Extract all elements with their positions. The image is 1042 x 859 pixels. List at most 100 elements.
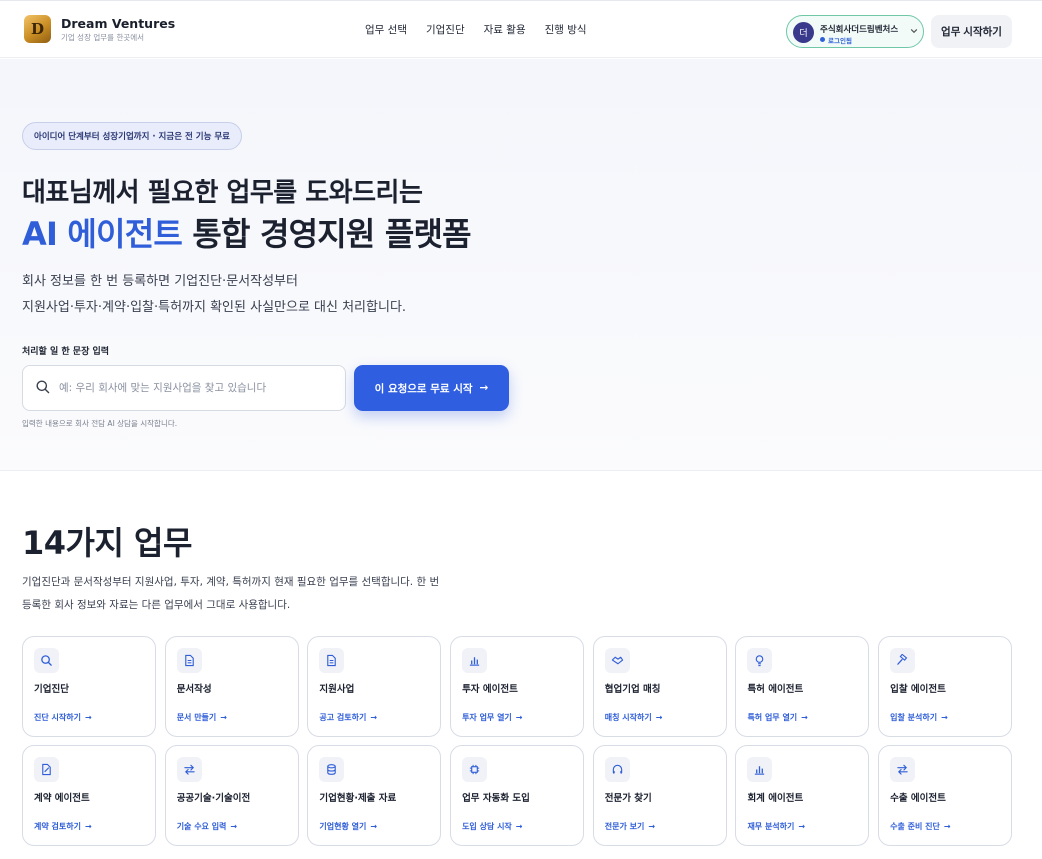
service-card[interactable]: 특허 에이전트특허 업무 열기 → [735,636,870,737]
service-card[interactable]: 업무 자동화 도입도입 상담 시작 → [450,745,585,846]
service-card[interactable]: 전문가 찾기전문가 보기 → [592,745,727,846]
account-status: 로그인됨 [820,35,852,45]
service-card-title: 입찰 에이전트 [890,684,946,695]
service-card[interactable]: 기업진단 진단 시작하기 → [22,636,156,737]
service-card-link[interactable]: 공고 검토하기 → [319,712,377,723]
nav-item-diagnosis[interactable]: 기업진단 [426,22,465,37]
service-card[interactable]: 지원사업공고 검토하기 → [307,636,442,737]
arrow-right-icon: → [798,822,806,831]
service-card-link[interactable]: 재무 분석하기 → [747,821,805,832]
service-card[interactable]: 기업현황·제출 자료기업현황 열기 → [307,745,442,846]
arrow-right-icon: → [370,713,378,722]
request-input[interactable] [59,376,339,400]
hero-headline-line1: 대표님께서 필요한 업무를 도와드리는 [22,178,423,208]
service-card-link-label: 매칭 시작하기 [604,713,652,722]
service-card-link[interactable]: 계약 검토하기 → [34,821,92,832]
service-card-link[interactable]: 투자 업무 열기 → [462,712,522,723]
request-hint: 입력한 내용으로 회사 전담 AI 상담을 시작합니다. [22,419,178,428]
arrow-right-icon: → [943,822,951,831]
service-card-title: 업무 자동화 도입 [462,793,530,804]
transfer-icon [890,757,916,782]
service-card-link[interactable]: 수출 준비 진단 → [890,821,950,832]
service-card-link[interactable]: 도입 상담 시작 → [462,821,522,832]
service-card-grid: 기업진단 진단 시작하기 → 문서작성 문서 만들기 → 지원사업 공고 검토하기 → 투자 에이… [22,636,1013,846]
nav-item-process[interactable]: 진행 방식 [545,22,587,37]
service-card-link-label: 기업현황 열기 [319,822,367,831]
service-card-title: 전문가 찾기 [604,793,652,804]
arrow-right-icon: → [648,822,656,831]
service-card-title: 회계 에이전트 [747,793,804,804]
nav-item-task-select[interactable]: 업무 선택 [365,22,407,37]
service-card-title: 기업현황·제출 자료 [319,793,397,804]
service-card[interactable]: 투자 에이전트 투자 업무 열기 → [450,636,585,737]
arrow-right-icon: → [220,713,227,722]
database-icon [319,757,345,782]
service-card[interactable]: 계약 에이전트 계약 검토하기 → [22,745,156,846]
bar-chart-icon [462,648,488,673]
chip-icon [462,757,488,782]
service-card-title: 수출 에이전트 [890,793,946,804]
arrow-right-icon: → [801,713,808,722]
lightbulb-icon [747,648,773,673]
brand-name[interactable]: Dream Ventures [61,16,175,31]
service-card-link-label: 특허 업무 열기 [747,713,798,722]
service-card-link[interactable]: 입찰 분석하기 → [890,712,948,723]
service-card-link-label: 재무 분석하기 [747,822,795,831]
site-header: D Dream Ventures 기업 성장 업무를 한곳에서 업무 선택 기업… [0,3,1042,58]
service-card-link-label: 수출 준비 진단 [890,822,940,831]
nav-item-resources[interactable]: 자료 활용 [484,22,526,37]
arrow-right-icon: → [515,822,523,831]
service-card[interactable]: 입찰 에이전트입찰 분석하기 → [878,636,1013,737]
service-card-link[interactable]: 전문가 보기 → [605,821,655,832]
service-card-title: 특허 에이전트 [747,684,804,695]
avatar: 더 [793,22,814,43]
service-card[interactable]: 회계 에이전트재무 분석하기 → [735,745,870,846]
account-company-name: 주식회사더드림벤처스 [820,25,899,35]
handshake-icon [604,648,630,673]
hero-headline-rest: 통합 경영지원 플랫폼 [181,215,471,253]
hero-description-line2: 지원사업·투자·계약·입찰·특허까지 확인된 사실만으로 대신 처리합니다. [22,300,407,315]
arrow-right-icon: → [84,822,92,831]
service-card-link-label: 투자 업무 열기 [462,713,512,722]
bar-chart-icon [747,757,773,782]
services-title: 14가지 업무 [22,524,192,562]
service-card-link[interactable]: 진단 시작하기 → [34,712,92,723]
service-card[interactable]: 수출 에이전트수출 준비 진단 → [878,745,1013,846]
arrow-right-icon: → [479,382,489,394]
start-free-request-button[interactable]: 이 요청으로 무료 시작 → [354,365,509,411]
service-card-link-label: 기술 수요 입력 [176,822,227,831]
hero-description-line1: 회사 정보를 한 번 등록하면 기업진단·문서작성부터 [22,274,298,289]
service-card[interactable]: 문서작성 문서 만들기 → [164,636,299,737]
brand-tagline: 기업 성장 업무를 한곳에서 [61,33,145,42]
arrow-right-icon: → [84,713,92,722]
service-card-link[interactable]: 매칭 시작하기 → [605,712,663,723]
gavel-icon [890,648,916,673]
start-work-button[interactable]: 업무 시작하기 [931,15,1012,48]
service-card-link-label: 진단 시작하기 [34,713,81,722]
services-description-line2: 등록한 회사 정보와 자료는 다른 업무에서 그대로 사용합니다. [22,599,291,611]
search-icon [34,648,59,673]
request-input-label: 처리할 일 한 문장 입력 [22,347,110,357]
hero-section: 아이디어 단계부터 성장기업까지 · 지금은 전 기능 무료 대표님께서 필요한… [0,59,1042,471]
service-card[interactable]: 공공기술·기술이전 기술 수요 입력 → [164,745,299,846]
service-card[interactable]: 협업기업 매칭 매칭 시작하기 → [592,636,727,737]
service-card-link[interactable]: 문서 만들기 → [177,712,227,723]
arrow-right-icon: → [230,822,238,831]
service-card-title: 지원사업 [319,684,355,695]
service-card-link-label: 문서 만들기 [176,713,217,722]
contract-icon [34,757,59,782]
search-icon [36,380,50,394]
request-input-box[interactable] [22,365,346,411]
service-card-link-label: 공고 검토하기 [319,713,367,722]
document-icon [176,648,202,673]
brand-logo[interactable]: D [24,15,51,43]
cta-label: 이 요청으로 무료 시작 [374,382,473,395]
service-card-link[interactable]: 특허 업무 열기 → [747,712,807,723]
service-card-link[interactable]: 기업현황 열기 → [319,821,377,832]
service-card-link[interactable]: 기술 수요 입력 → [177,821,237,832]
account-menu[interactable]: 더 주식회사더드림벤처스 로그인됨 [786,15,924,48]
service-card-link-label: 입찰 분석하기 [890,713,938,722]
arrow-right-icon: → [370,822,378,831]
arrow-right-icon: → [655,713,663,722]
hero-headline-line2: AI 에이전트 통합 경영지원 플랫폼 [22,209,472,255]
